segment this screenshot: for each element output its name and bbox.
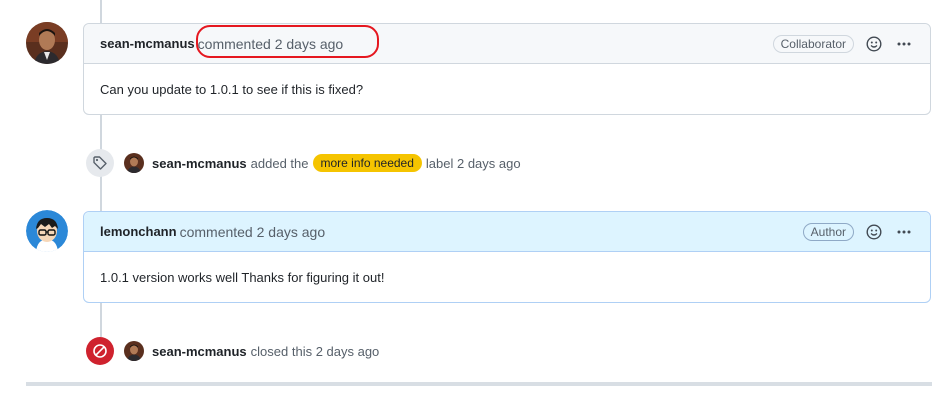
event-actor[interactable]: sean-mcmanus (152, 344, 247, 359)
avatar-lemonchann[interactable] (26, 210, 68, 252)
comment-author[interactable]: lemonchann (100, 224, 177, 239)
smiley-icon[interactable] (864, 222, 884, 242)
comment-body: Can you update to 1.0.1 to see if this i… (100, 81, 364, 97)
comment-timestamp[interactable]: commented 2 days ago (180, 224, 326, 240)
avatar-small-sean-mcmanus[interactable] (124, 153, 144, 173)
event-actor[interactable]: sean-mcmanus (152, 156, 247, 171)
avatar-small-sean-mcmanus[interactable] (124, 341, 144, 361)
timeline-end-divider (26, 382, 932, 386)
kebab-horizontal-icon[interactable] (894, 222, 914, 242)
label-event-text: sean-mcmanus added the more info needed … (124, 153, 521, 173)
comment-header: lemonchann commented 2 days ago Author (84, 212, 930, 252)
label-more-info-needed[interactable]: more info needed (312, 154, 422, 172)
event-time: label 2 days ago (425, 155, 521, 171)
comment-header: sean-mcmanus commented 2 days ago Collab… (84, 24, 930, 64)
comment-2: lemonchann commented 2 days ago Author 1… (83, 211, 931, 303)
timeline-line-mid-2 (100, 303, 102, 337)
comment-body: 1.0.1 version works well Thanks for figu… (100, 269, 385, 285)
role-badge: Author (802, 222, 854, 241)
kebab-horizontal-icon[interactable] (894, 34, 914, 54)
comment-1: sean-mcmanus commented 2 days ago Collab… (83, 23, 931, 115)
label-event: sean-mcmanus added the more info needed … (86, 149, 521, 177)
smiley-icon[interactable] (864, 34, 884, 54)
comment-author[interactable]: sean-mcmanus (100, 36, 195, 51)
event-action: closed this 2 days ago (250, 343, 380, 359)
closed-event: sean-mcmanus closed this 2 days ago (86, 337, 379, 365)
skip-icon (86, 337, 114, 365)
avatar-sean-mcmanus[interactable] (26, 22, 68, 64)
comment-timestamp[interactable]: commented 2 days ago (198, 36, 344, 52)
timeline-line-top (100, 0, 102, 24)
tag-icon (86, 149, 114, 177)
closed-event-text: sean-mcmanus closed this 2 days ago (124, 341, 379, 361)
role-badge: Collaborator (772, 34, 854, 53)
event-action: added the (250, 155, 309, 171)
